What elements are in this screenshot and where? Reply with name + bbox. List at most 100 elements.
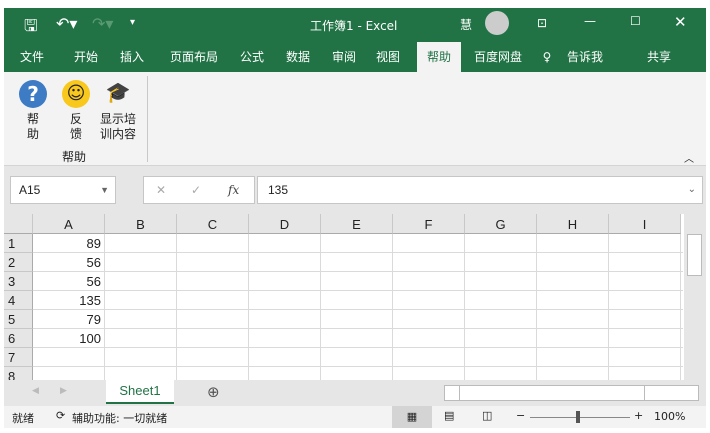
row-header[interactable]: 1 (4, 234, 33, 253)
sheet-tab[interactable]: Sheet1 (106, 380, 174, 404)
row-header[interactable]: 7 (4, 348, 33, 367)
page-layout-icon[interactable]: ▤ (444, 409, 454, 422)
share-button[interactable]: 共享 (634, 42, 684, 72)
cell[interactable]: 89 (33, 234, 104, 253)
zoom-slider[interactable] (530, 417, 630, 418)
tab-view[interactable]: 视图 (368, 42, 408, 72)
row-header[interactable]: 4 (4, 291, 33, 310)
column-header[interactable]: C (177, 214, 249, 234)
row-header[interactable]: 6 (4, 329, 33, 348)
cell[interactable]: 56 (33, 253, 104, 272)
help-button[interactable]: 帮 助 (21, 112, 45, 142)
add-sheet-icon[interactable]: ⊕ (207, 383, 220, 401)
column-header[interactable]: A (33, 214, 105, 234)
gridline (33, 309, 683, 310)
formula-buttons: ✕ ✓ fx (143, 176, 255, 204)
cell[interactable]: 135 (33, 291, 104, 310)
row-header[interactable]: 5 (4, 310, 33, 329)
gridline (608, 234, 609, 380)
formula-input[interactable]: 135 ⌄ (257, 176, 703, 204)
gridline (33, 366, 683, 367)
help-icon[interactable]: ? (19, 80, 47, 108)
minimize-icon[interactable]: — (584, 14, 596, 28)
zoom-in-icon[interactable]: + (634, 409, 643, 422)
collapse-ribbon-icon[interactable]: ︿ (684, 150, 694, 165)
horizontal-scrollbar[interactable] (444, 385, 699, 401)
lightbulb-icon: ♀ (542, 50, 552, 64)
training-button[interactable]: 显示培 训内容 (96, 112, 140, 142)
gridline (176, 234, 177, 380)
tab-baidu[interactable]: 百度网盘 (468, 42, 528, 72)
ribbon-display-icon[interactable]: ⊡ (537, 16, 547, 30)
avatar[interactable] (485, 11, 509, 35)
name-box-value: A15 (19, 183, 41, 197)
row-header[interactable]: 3 (4, 272, 33, 291)
gridline (248, 234, 249, 380)
training-icon[interactable]: 🎓 (104, 80, 132, 108)
tab-file[interactable]: 文件 (12, 42, 52, 72)
column-header[interactable]: H (537, 214, 609, 234)
gridline (104, 234, 105, 380)
zoom-slider-handle[interactable] (576, 411, 580, 423)
cell[interactable]: 100 (33, 329, 104, 348)
column-header[interactable]: F (393, 214, 465, 234)
tab-help[interactable]: 帮助 (417, 42, 461, 72)
column-header[interactable]: G (465, 214, 537, 234)
page-break-icon[interactable]: ◫ (482, 409, 492, 422)
sheet-tab-bar: ◀ ▶ Sheet1 ⊕ (4, 380, 706, 406)
row-header[interactable]: 8 (4, 367, 33, 380)
prev-sheet-icon[interactable]: ◀ (32, 386, 39, 396)
gridline (33, 328, 683, 329)
cell[interactable]: 79 (33, 310, 104, 329)
maximize-icon[interactable]: ☐ (630, 14, 641, 28)
formula-bar: A15 ▼ ✕ ✓ fx 135 ⌄ (4, 166, 706, 214)
cancel-icon[interactable]: ✕ (156, 177, 166, 203)
divider (147, 76, 148, 162)
expand-icon[interactable]: ⌄ (688, 177, 696, 203)
gridline (680, 234, 681, 380)
zoom-level[interactable]: 100% (654, 410, 685, 423)
tab-data[interactable]: 数据 (278, 42, 318, 72)
tab-formulas[interactable]: 公式 (232, 42, 272, 72)
normal-view-icon[interactable]: ▦ (392, 406, 432, 428)
column-header[interactable]: I (609, 214, 681, 234)
window-title: 工作簿1 - Excel (310, 19, 398, 33)
worksheet-grid[interactable]: A B C D E F G H I 1 89 2 56 3 56 4 135 5 79 6 100 7 8 (4, 214, 706, 380)
zoom-out-icon[interactable]: − (516, 409, 525, 422)
gridline (320, 234, 321, 380)
user-name[interactable]: 慧 (460, 16, 472, 33)
cell[interactable]: 56 (33, 272, 104, 291)
gridline (33, 347, 683, 348)
vertical-scrollbar[interactable] (684, 214, 706, 380)
fx-icon[interactable]: fx (228, 177, 239, 203)
group-label: 帮助 (62, 150, 87, 164)
formula-value: 135 (268, 183, 289, 197)
chevron-down-icon[interactable]: ▼ (100, 177, 109, 203)
feedback-button[interactable]: 反 馈 (64, 112, 88, 142)
save-icon[interactable]: 🖫 (24, 15, 38, 42)
tell-me[interactable]: 告诉我 (560, 42, 610, 72)
smiley-icon[interactable]: ☺ (62, 80, 90, 108)
undo-icon[interactable]: ↶▾ (56, 14, 77, 33)
row-header[interactable]: 2 (4, 253, 33, 272)
tab-review[interactable]: 审阅 (324, 42, 364, 72)
check-icon[interactable]: ✓ (191, 177, 201, 203)
tab-insert[interactable]: 插入 (112, 42, 152, 72)
customize-icon[interactable]: ▾ (130, 17, 135, 28)
scroll-thumb[interactable] (687, 234, 702, 276)
column-header[interactable]: D (249, 214, 321, 234)
select-all[interactable] (4, 214, 33, 234)
column-header[interactable]: B (105, 214, 177, 234)
ready-status: 就绪 (12, 412, 34, 425)
gridline (464, 234, 465, 380)
gridline (33, 290, 683, 291)
column-header[interactable]: E (321, 214, 393, 234)
tab-page-layout[interactable]: 页面布局 (164, 42, 224, 72)
gridline (392, 234, 393, 380)
tab-home[interactable]: 开始 (66, 42, 106, 72)
h-scroll-thumb[interactable] (459, 386, 645, 400)
close-icon[interactable]: ✕ (674, 13, 687, 31)
accessibility-status[interactable]: 辅助功能: 一切就绪 (72, 410, 167, 426)
name-box[interactable]: A15 ▼ (10, 176, 116, 204)
next-sheet-icon[interactable]: ▶ (60, 386, 67, 396)
